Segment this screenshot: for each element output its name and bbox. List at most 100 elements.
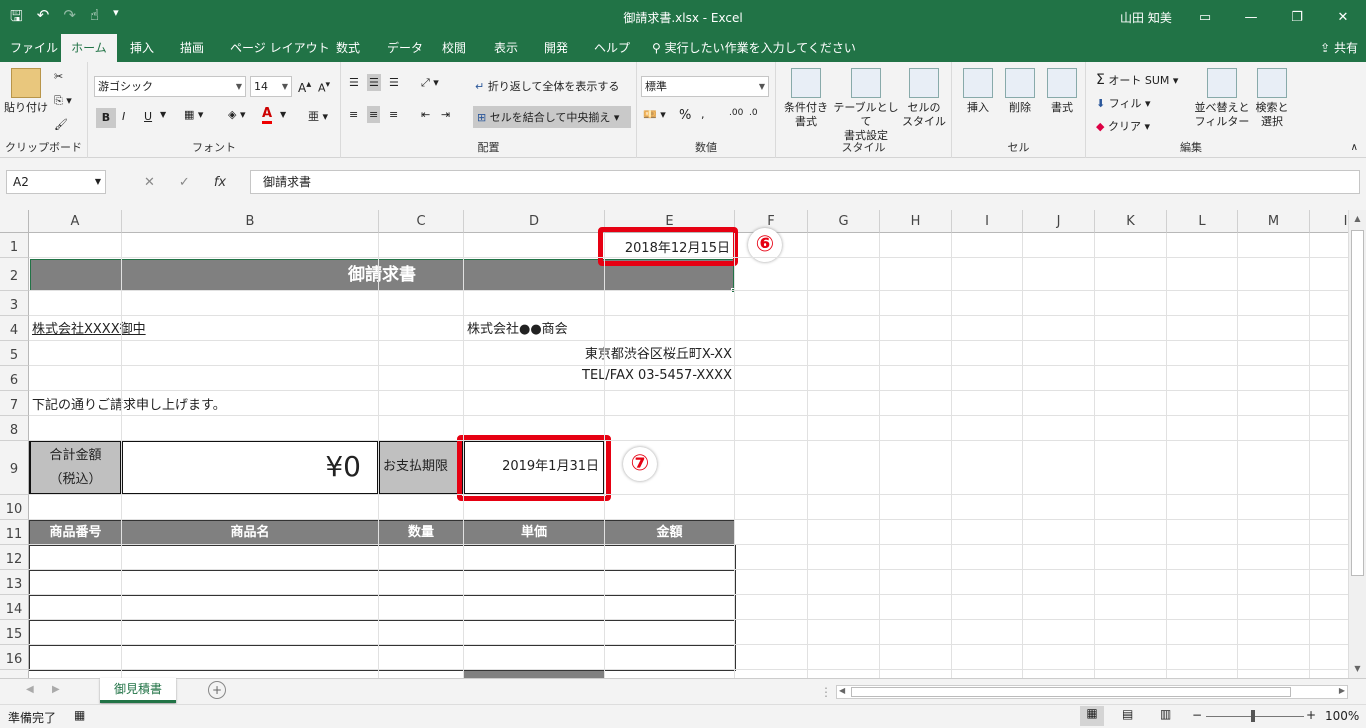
- restore-icon[interactable]: ❐: [1274, 0, 1320, 34]
- zoom-in-icon[interactable]: +: [1306, 708, 1316, 722]
- tab-data[interactable]: データ: [381, 34, 429, 62]
- table-cell[interactable]: [121, 645, 379, 671]
- table-cell[interactable]: [378, 545, 464, 571]
- total-label-box[interactable]: 合計金額 （税込）: [29, 440, 122, 495]
- table-cell[interactable]: [604, 545, 736, 571]
- table-cell[interactable]: [29, 570, 122, 596]
- cancel-icon[interactable]: ✕: [144, 175, 155, 190]
- header-amount[interactable]: 金額: [604, 520, 735, 545]
- row-header[interactable]: 4: [0, 316, 29, 341]
- underline-button[interactable]: U: [144, 110, 152, 123]
- format-painter-icon[interactable]: 🖌: [54, 118, 68, 131]
- header-item-name[interactable]: 商品名: [121, 520, 379, 545]
- header-item-code[interactable]: 商品番号: [29, 520, 122, 545]
- table-cell[interactable]: [29, 620, 122, 646]
- column-header[interactable]: I: [952, 210, 1023, 233]
- table-cell[interactable]: [604, 595, 736, 621]
- table-cell[interactable]: [121, 595, 379, 621]
- table-cell[interactable]: [378, 620, 464, 646]
- ribbon-display-options-icon[interactable]: ▭: [1182, 0, 1228, 34]
- scroll-right-icon[interactable]: ▶: [1339, 686, 1345, 695]
- table-cell[interactable]: [463, 620, 605, 646]
- column-header[interactable]: J: [1023, 210, 1095, 233]
- cell-styles-button[interactable]: セルの スタイル: [900, 68, 948, 129]
- zoom-out-icon[interactable]: −: [1192, 708, 1202, 722]
- sort-filter-button[interactable]: 並べ替えと フィルター: [1194, 68, 1250, 129]
- tell-me-box[interactable]: ⚲ 実行したい作業を入力してください: [652, 34, 856, 62]
- row-header[interactable]: 17: [0, 670, 29, 678]
- table-cell[interactable]: [121, 545, 379, 571]
- hscroll-thumb[interactable]: [851, 687, 1291, 697]
- table-cell[interactable]: [29, 595, 122, 621]
- row-header[interactable]: 3: [0, 291, 29, 316]
- intro-cell[interactable]: 下記の通りご請求申し上げます。: [32, 394, 226, 413]
- table-cell[interactable]: [121, 620, 379, 646]
- tab-view[interactable]: 表示: [488, 34, 524, 62]
- align-left-icon[interactable]: ≡: [349, 108, 358, 121]
- vertical-scrollbar[interactable]: ▲ ▼: [1348, 210, 1366, 678]
- table-cell[interactable]: [378, 570, 464, 596]
- scroll-down-icon[interactable]: ▼: [1349, 660, 1366, 678]
- column-header[interactable]: A: [29, 210, 122, 233]
- macro-record-icon[interactable]: ▦: [74, 708, 85, 722]
- horizontal-scrollbar[interactable]: ◀ ▶: [836, 685, 1348, 699]
- row-header[interactable]: 1: [0, 233, 29, 258]
- increase-indent-icon[interactable]: ⇥: [441, 108, 450, 121]
- cut-icon[interactable]: ✂: [54, 70, 63, 83]
- delete-cells-button[interactable]: 削除: [1000, 68, 1040, 115]
- select-all-corner[interactable]: [0, 210, 29, 233]
- formula-input[interactable]: 御請求書: [250, 170, 1360, 194]
- increase-decimal-icon[interactable]: .00: [729, 108, 743, 118]
- number-format-select[interactable]: 標準 ▼: [641, 76, 769, 97]
- table-cell[interactable]: [29, 545, 122, 571]
- wrap-text-button[interactable]: ↵ 折り返して全体を表示する: [475, 78, 619, 94]
- name-box[interactable]: A2 ▼: [6, 170, 106, 194]
- page-layout-view-icon[interactable]: ▤: [1122, 707, 1133, 721]
- table-cell[interactable]: [378, 645, 464, 671]
- due-label-box[interactable]: お支払期限: [378, 440, 464, 495]
- page-break-view-icon[interactable]: ▥: [1160, 707, 1171, 721]
- add-sheet-icon[interactable]: +: [208, 681, 226, 699]
- total-value-box[interactable]: ¥0: [121, 440, 379, 495]
- shrink-font-icon[interactable]: A▾: [318, 79, 330, 95]
- copy-icon[interactable]: ⎘ ▾: [54, 94, 72, 108]
- decrease-decimal-icon[interactable]: .0: [749, 108, 758, 118]
- table-cell[interactable]: [604, 620, 736, 646]
- row-header[interactable]: 11: [0, 520, 29, 545]
- tab-page-layout[interactable]: ページ レイアウト: [224, 34, 336, 62]
- conditional-format-button[interactable]: 条件付き 書式: [780, 68, 832, 129]
- table-cell[interactable]: [29, 645, 122, 671]
- row-header[interactable]: 7: [0, 391, 29, 416]
- table-cell[interactable]: [463, 545, 605, 571]
- insert-function-icon[interactable]: fx: [214, 175, 226, 190]
- table-cell[interactable]: [463, 595, 605, 621]
- address-cell[interactable]: 東京都渋谷区桜丘町X-XX: [470, 343, 732, 362]
- autosum-button[interactable]: Σ オート SUM ▾: [1096, 72, 1178, 88]
- scroll-left-icon[interactable]: ◀: [839, 686, 845, 695]
- accounting-format-icon[interactable]: 💴 ▾: [643, 108, 666, 121]
- zoom-level[interactable]: 100%: [1325, 709, 1359, 723]
- phonetic-icon[interactable]: 亜 ▾: [308, 108, 328, 124]
- table-cell[interactable]: [604, 570, 736, 596]
- tab-review[interactable]: 校閲: [436, 34, 472, 62]
- column-header[interactable]: H: [880, 210, 952, 233]
- find-select-button[interactable]: 検索と 選択: [1250, 68, 1294, 129]
- italic-button[interactable]: I: [122, 110, 125, 123]
- row-header[interactable]: 8: [0, 416, 29, 441]
- collapse-ribbon-icon[interactable]: ∧: [1351, 142, 1358, 153]
- tab-insert[interactable]: 挿入: [124, 34, 160, 62]
- table-cell[interactable]: [378, 595, 464, 621]
- align-bottom-icon[interactable]: ☰: [389, 76, 399, 89]
- scroll-up-icon[interactable]: ▲: [1349, 210, 1366, 228]
- column-header[interactable]: K: [1095, 210, 1167, 233]
- row-header[interactable]: 13: [0, 570, 29, 595]
- bold-button[interactable]: B: [96, 108, 116, 128]
- paste-button[interactable]: 貼り付け: [4, 68, 48, 115]
- customer-cell[interactable]: 株式会社XXXX御中: [32, 318, 146, 337]
- minimize-icon[interactable]: —: [1228, 0, 1274, 34]
- tab-file[interactable]: ファイル: [4, 34, 64, 62]
- column-header[interactable]: C: [379, 210, 464, 233]
- tab-split-handle[interactable]: ⋮: [820, 685, 832, 699]
- percent-button[interactable]: %: [679, 108, 691, 123]
- grow-font-icon[interactable]: A▴: [298, 79, 311, 95]
